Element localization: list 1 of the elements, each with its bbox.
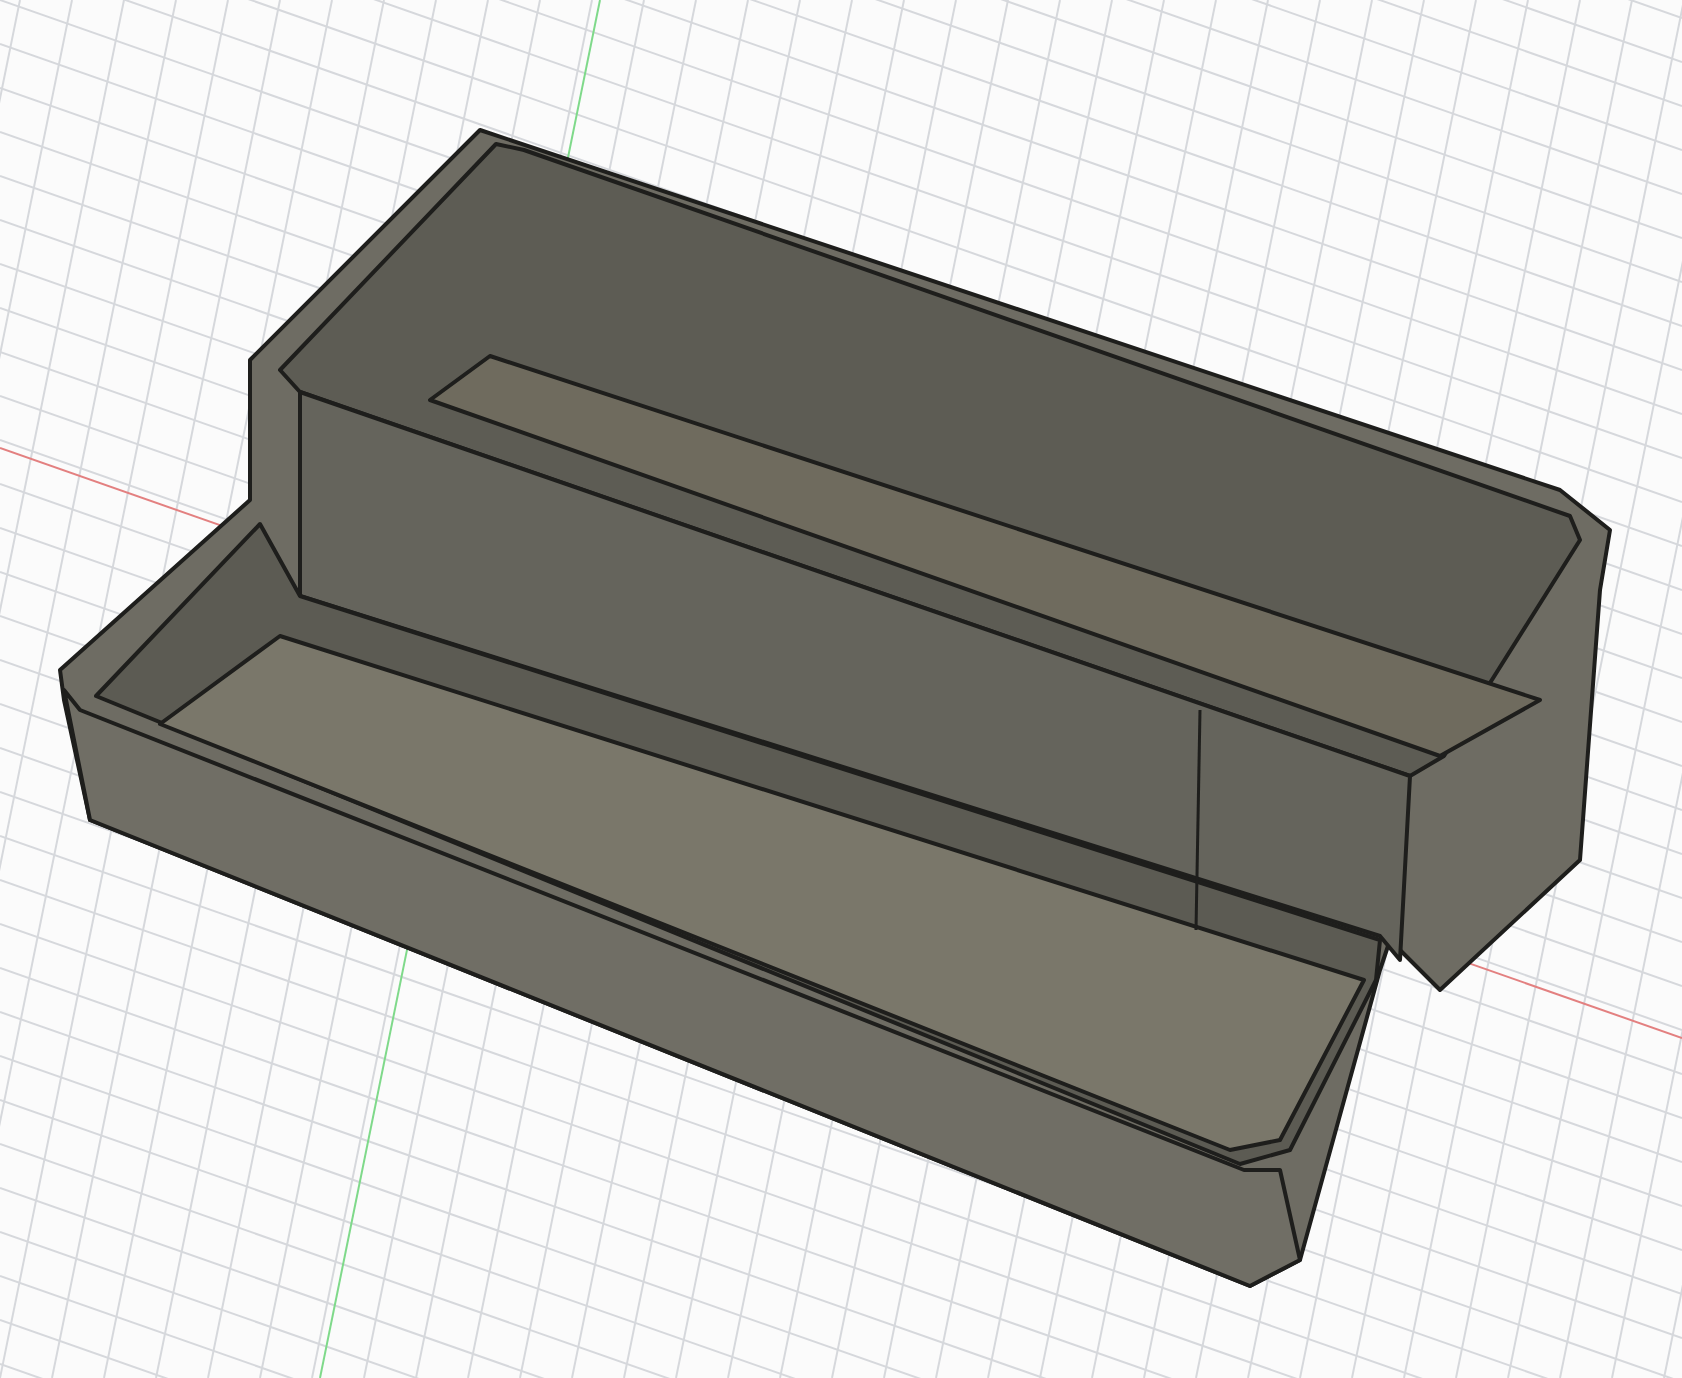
box-model-drawing[interactable] bbox=[58, 128, 1612, 1288]
